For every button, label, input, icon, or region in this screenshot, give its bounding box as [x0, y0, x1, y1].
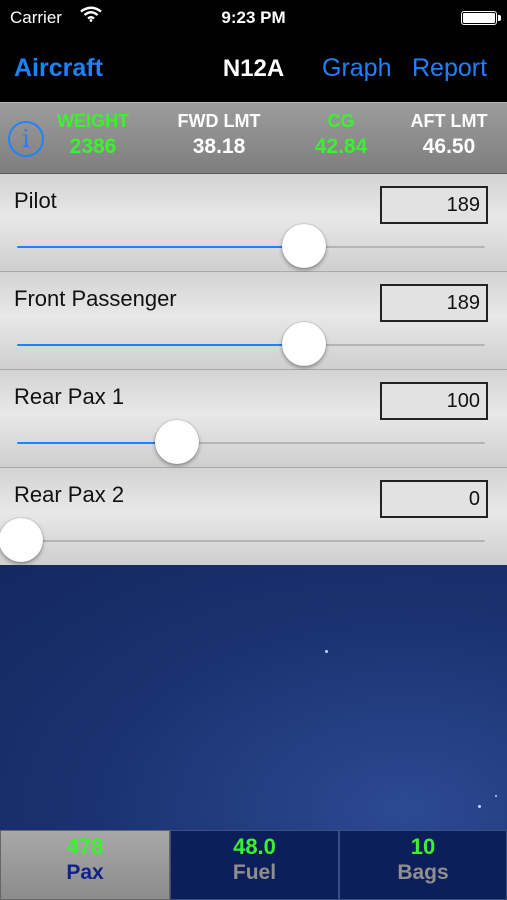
- star-speck: [325, 650, 328, 653]
- weight-column: WEIGHT 2386: [52, 110, 134, 162]
- weight-balance-summary: i WEIGHT 2386 FWD LMT 38.18 CG 42.84 AFT…: [0, 102, 507, 174]
- slider-thumb[interactable]: [0, 518, 43, 562]
- tab-value: 48.0: [233, 834, 276, 859]
- tab-label: Bags: [397, 861, 449, 884]
- navigation-bar: Aircraft N12A Graph Report: [0, 36, 507, 102]
- slider-thumb[interactable]: [155, 420, 200, 464]
- row-label: Front Passenger: [14, 286, 177, 311]
- aft-lmt-label: AFT LMT: [410, 111, 488, 131]
- graph-button[interactable]: Graph: [322, 54, 391, 83]
- tab-value: 10: [410, 834, 436, 859]
- tab-pax[interactable]: 478 Pax: [0, 830, 170, 900]
- slider-thumb[interactable]: [281, 322, 326, 366]
- battery-tip: [498, 15, 501, 21]
- cg-column: CG 42.84: [305, 110, 377, 162]
- clock: 9:23 PM: [221, 8, 286, 27]
- weight-row-pilot: Pilot 189: [0, 174, 507, 272]
- aircraft-button[interactable]: Aircraft: [14, 54, 103, 83]
- status-bar: Carrier 9:23 PM: [0, 0, 507, 36]
- battery-icon: [461, 11, 497, 25]
- fwd-lmt-column: FWD LMT 38.18: [167, 110, 271, 162]
- weight-row-rear-pax-2: Rear Pax 2 0: [0, 468, 507, 566]
- weight-row-front-passenger: Front Passenger 189: [0, 272, 507, 370]
- fwd-lmt-value: 38.18: [192, 135, 246, 158]
- weight-input[interactable]: 100: [380, 382, 488, 420]
- star-speck: [478, 805, 481, 808]
- slider-thumb[interactable]: [281, 224, 326, 268]
- fwd-lmt-label: FWD LMT: [177, 111, 261, 131]
- info-icon[interactable]: i: [8, 121, 44, 157]
- cg-value: 42.84: [314, 135, 368, 158]
- background-image: [0, 565, 507, 835]
- weight-slider[interactable]: [17, 540, 485, 542]
- weight-slider[interactable]: [17, 246, 485, 248]
- aft-lmt-value: 46.50: [422, 135, 476, 158]
- weight-input[interactable]: 189: [380, 284, 488, 322]
- report-button[interactable]: Report: [412, 54, 487, 83]
- weight-row-rear-pax-1: Rear Pax 1 100: [0, 370, 507, 468]
- star-speck: [495, 795, 497, 797]
- row-label: Rear Pax 2: [14, 482, 125, 507]
- weight-value: 2386: [69, 135, 117, 158]
- slider-fill: [17, 442, 177, 444]
- tab-fuel[interactable]: 48.0 Fuel: [170, 830, 339, 900]
- cg-label: CG: [327, 111, 355, 131]
- weight-slider[interactable]: [17, 344, 485, 346]
- aft-lmt-column: AFT LMT 46.50: [400, 110, 498, 162]
- tab-label: Pax: [66, 861, 104, 884]
- slider-fill: [17, 344, 305, 346]
- tab-bar: 478 Pax 48.0 Fuel 10 Bags: [0, 830, 507, 900]
- tab-label: Fuel: [232, 861, 277, 884]
- weight-input[interactable]: 189: [380, 186, 488, 224]
- weight-slider[interactable]: [17, 442, 485, 444]
- tab-value: 478: [66, 834, 104, 859]
- tab-bags[interactable]: 10 Bags: [339, 830, 507, 900]
- row-label: Pilot: [14, 188, 57, 213]
- slider-fill: [17, 246, 305, 248]
- weight-label: WEIGHT: [57, 111, 129, 131]
- row-label: Rear Pax 1: [14, 384, 125, 409]
- weight-input[interactable]: 0: [380, 480, 488, 518]
